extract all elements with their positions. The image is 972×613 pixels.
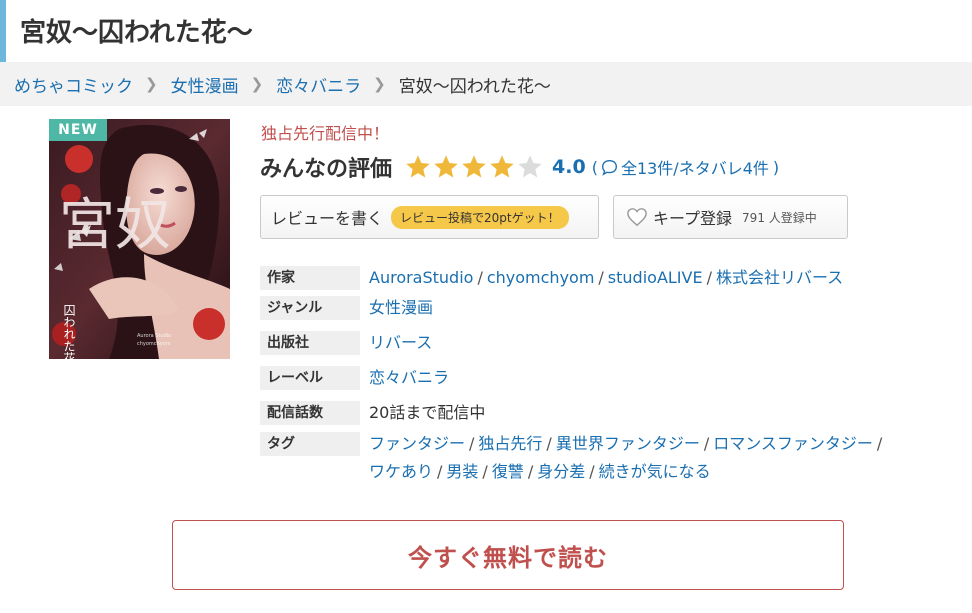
info-label-label: レーベル	[260, 366, 360, 390]
tag-link[interactable]: 復讐	[492, 462, 524, 481]
cover-credit-2: chyomchyom	[137, 341, 171, 347]
rating-row: みんなの評価 4.0 ( 全13件/ネタバレ4件 )	[260, 151, 779, 183]
separator: /	[546, 434, 552, 453]
info-row-episodes: 配信話数 20話まで配信中	[260, 401, 485, 425]
cover-art: 宮奴 囚われた花 Aurora Studio chyomchyom	[49, 119, 230, 359]
cover-title-text: 宮奴	[59, 193, 171, 258]
info-row-publisher: 出版社 リバース	[260, 331, 432, 355]
info-label-tags: タグ	[260, 432, 360, 456]
info-label-publisher: 出版社	[260, 331, 360, 355]
comment-bubble-icon	[601, 159, 617, 176]
tag-line: ファンタジー / 独占先行 / 異世界ファンタジー / ロマンスファンタジー /	[369, 430, 886, 458]
chevron-right-icon: ❯	[145, 75, 158, 93]
tag-link[interactable]: 男装	[446, 462, 478, 481]
page-title: 宮奴～囚われた花～	[20, 18, 253, 48]
status-text: 独占先行配信中！	[261, 124, 390, 143]
author-list: AuroraStudio / chyomchyom / studioALIVE / 株式会社…	[369, 266, 843, 290]
tag-link[interactable]: 異世界ファンタジー	[556, 434, 700, 453]
breadcrumb-link-top[interactable]: めちゃコミック	[14, 72, 133, 97]
rating-close-paren: )	[772, 157, 780, 177]
cover-subtitle-text: 囚われた花	[62, 304, 76, 359]
breadcrumb-link-label[interactable]: 恋々バニラ	[276, 72, 361, 97]
tag-link[interactable]: 身分差	[537, 462, 585, 481]
new-badge: NEW	[49, 119, 107, 141]
star-icon	[490, 155, 514, 178]
rating-value: 4.0	[552, 156, 586, 178]
rating-count-text: 全13件/ネタバレ4件	[620, 159, 769, 178]
separator: /	[469, 434, 475, 453]
separator: /	[598, 268, 604, 287]
separator: /	[482, 462, 488, 481]
separator: /	[437, 462, 443, 481]
keep-count: 791 人登録中	[742, 210, 817, 225]
write-review-button[interactable]: レビューを書く レビュー投稿で20ptゲット！	[260, 195, 599, 239]
separator: /	[477, 268, 483, 287]
info-label-episodes: 配信話数	[260, 401, 360, 425]
tag-link[interactable]: ロマンスファンタジー	[713, 434, 873, 453]
separator: /	[589, 462, 595, 481]
title-accent-bar	[0, 0, 6, 62]
tag-link[interactable]: ファンタジー	[369, 434, 465, 453]
star-icon	[406, 155, 430, 178]
episodes-value: 20話まで配信中	[369, 403, 486, 422]
rating-count-link[interactable]: ( 全13件/ネタバレ4件 )	[592, 155, 779, 179]
tag-link[interactable]: ワケあり	[369, 462, 433, 481]
info-label-genre: ジャンル	[260, 296, 360, 320]
chevron-right-icon: ❯	[373, 75, 386, 93]
author-link[interactable]: AuroraStudio	[369, 268, 473, 287]
info-row-author: 作家 AuroraStudio / chyomchyom / studioALIVE / 株…	[260, 266, 843, 290]
keep-button[interactable]: キープ登録 791 人登録中	[613, 195, 848, 239]
separator: /	[706, 268, 712, 287]
separator: /	[703, 434, 710, 453]
heart-icon	[627, 208, 647, 227]
separator: /	[876, 434, 883, 453]
read-free-button[interactable]: 今すぐ無料で読む	[172, 520, 844, 590]
author-link[interactable]: chyomchyom	[487, 268, 595, 287]
star-icon	[518, 155, 542, 178]
rating-stars	[404, 153, 544, 181]
rating-label: みんなの評価	[260, 157, 393, 182]
breadcrumb-link-genre[interactable]: 女性漫画	[171, 72, 239, 97]
breadcrumb: めちゃコミック ❯ 女性漫画 ❯ 恋々バニラ ❯ 宮奴～囚われた花～	[0, 62, 972, 106]
title-bar: 宮奴～囚われた花～	[0, 0, 972, 62]
info-row-label: レーベル 恋々バニラ	[260, 366, 449, 390]
keep-label: キープ登録	[653, 209, 733, 228]
rating-open-paren: (	[591, 157, 598, 177]
info-row-genre: ジャンル 女性漫画	[260, 296, 433, 320]
separator: /	[527, 462, 534, 481]
author-link[interactable]: 株式会社リバース	[716, 268, 843, 287]
read-free-label: 今すぐ無料で読む	[408, 543, 608, 572]
star-icon	[434, 155, 458, 178]
tag-list: ファンタジー / 独占先行 / 異世界ファンタジー / ロマンスファンタジー / ワケあり / 男…	[369, 430, 886, 486]
genre-link[interactable]: 女性漫画	[369, 296, 433, 320]
author-link[interactable]: studioALIVE	[608, 268, 703, 287]
write-review-label: レビューを書く	[271, 209, 384, 228]
tag-line: ワケあり / 男装 / 復讐 / 身分差 / 続きが気になる	[369, 458, 886, 486]
info-label-author: 作家	[260, 266, 360, 290]
breadcrumb-current: 宮奴～囚われた花～	[398, 76, 551, 97]
chevron-right-icon: ❯	[250, 75, 264, 93]
tag-link[interactable]: 独占先行	[478, 434, 542, 453]
cover-credit-1: Aurora Studio	[137, 333, 171, 339]
star-icon	[462, 155, 486, 178]
info-row-tags: タグ ファンタジー / 独占先行 / 異世界ファンタジー / ロマンスファンタジー / ワケあ…	[260, 430, 886, 486]
publisher-link[interactable]: リバース	[369, 331, 432, 355]
review-points-badge: レビュー投稿で20ptゲット！	[391, 205, 569, 229]
cover-image[interactable]: 宮奴 囚われた花 Aurora Studio chyomchyom NEW	[49, 119, 230, 359]
label-link[interactable]: 恋々バニラ	[369, 366, 449, 390]
tag-link[interactable]: 続きが気になる	[599, 462, 711, 481]
